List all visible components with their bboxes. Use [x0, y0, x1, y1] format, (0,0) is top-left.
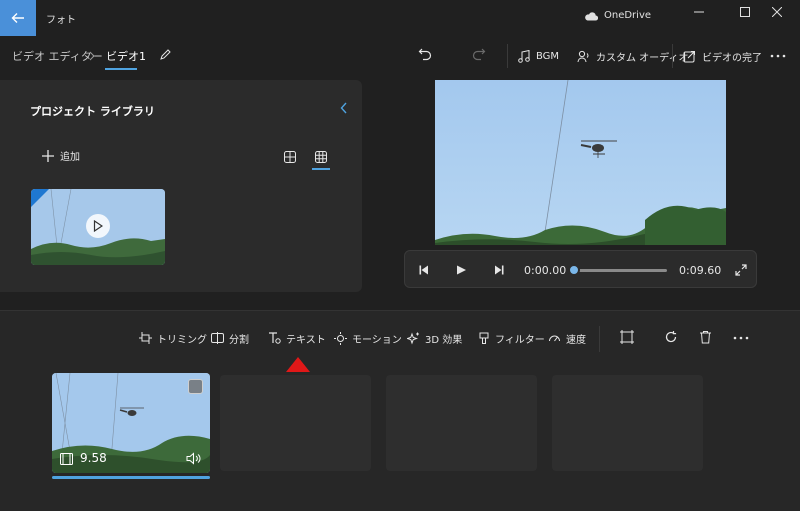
fullscreen-button[interactable]: [732, 261, 750, 279]
trim-icon: [139, 332, 152, 344]
clip-duration: 9.58: [80, 451, 107, 465]
onedrive-status[interactable]: OneDrive: [584, 10, 651, 21]
skip-back-icon: [419, 265, 428, 275]
seek-thumb[interactable]: [568, 264, 580, 276]
app-title: フォト: [46, 15, 76, 26]
speed-label: 速度: [566, 334, 586, 346]
text-button[interactable]: テキスト: [268, 330, 326, 346]
split-icon: [211, 332, 224, 344]
chevron-left-icon[interactable]: [340, 102, 348, 114]
music-note-icon: [518, 49, 530, 63]
small-grid-view-button[interactable]: [311, 148, 331, 166]
speedometer-icon: [549, 335, 560, 342]
total-time: 0:09.60: [679, 264, 722, 277]
minimize-button[interactable]: [676, 0, 722, 24]
empty-clip-slot: [220, 375, 371, 471]
project-library-panel: プロジェクト ライブラリ 追加: [0, 80, 362, 292]
text-icon: [269, 332, 281, 344]
playback-controls: 0:00.00 0:09.60: [404, 250, 757, 288]
sparkle-icon: [407, 332, 419, 344]
close-icon: [772, 7, 782, 17]
maximize-icon: [740, 7, 750, 17]
annotation-arrow: [286, 357, 310, 372]
3d-effects-button[interactable]: 3D 効果: [407, 330, 462, 346]
back-button[interactable]: [0, 0, 36, 36]
library-title: プロジェクト ライブラリ: [30, 105, 155, 118]
empty-clip-slot: [552, 375, 703, 471]
clip-selected-indicator: [52, 476, 210, 479]
filter-button[interactable]: フィルター: [478, 330, 545, 346]
current-time: 0:00.00: [524, 264, 567, 277]
chevron-right-icon: [89, 51, 95, 61]
bgm-label: BGM: [536, 50, 560, 62]
split-button[interactable]: 分割: [211, 330, 249, 346]
toolbar-divider: [599, 326, 600, 352]
play-icon: [93, 220, 103, 232]
speed-button[interactable]: 速度: [548, 330, 586, 346]
trim-button[interactable]: トリミング: [139, 330, 207, 346]
storyboard-clip[interactable]: 9.58: [52, 373, 210, 473]
empty-clip-slot: [386, 375, 537, 471]
add-media-button[interactable]: 追加: [42, 148, 80, 163]
video-clip-icon: [60, 453, 73, 465]
motion-button[interactable]: モーション: [334, 330, 402, 346]
trim-label: トリミング: [157, 334, 207, 346]
next-frame-button[interactable]: [490, 261, 508, 279]
seek-bar[interactable]: [573, 269, 667, 272]
pencil-icon[interactable]: [159, 48, 172, 61]
video-preview[interactable]: [435, 80, 726, 245]
grid-large-icon: [284, 151, 296, 163]
bgm-button[interactable]: BGM: [518, 46, 559, 66]
text-label: テキスト: [286, 334, 326, 346]
person-audio-icon: [577, 50, 589, 62]
custom-audio-label: カスタム オーディオ: [596, 52, 689, 64]
breadcrumb-active-indicator: [105, 68, 137, 70]
toolbar-divider: [672, 44, 673, 68]
rotate-icon[interactable]: [664, 330, 678, 344]
arrow-left-icon: [11, 13, 24, 23]
filter-label: フィルター: [495, 334, 545, 346]
split-label: 分割: [229, 334, 249, 346]
onedrive-label: OneDrive: [604, 10, 652, 21]
motion-icon: [334, 331, 347, 345]
3d-effects-label: 3D 効果: [425, 334, 463, 346]
export-icon: [683, 50, 695, 62]
more-options-icon[interactable]: [770, 54, 786, 58]
grid-small-icon: [315, 151, 327, 163]
filter-brush-icon: [479, 332, 489, 344]
previous-frame-button[interactable]: [415, 261, 433, 279]
finish-video-label: ビデオの完了: [702, 52, 762, 64]
add-media-label: 追加: [60, 152, 80, 163]
toolbar-divider: [507, 44, 508, 68]
large-grid-view-button[interactable]: [280, 148, 300, 166]
play-preview-button[interactable]: [86, 214, 110, 238]
preview-frame-image: [435, 80, 726, 245]
close-button[interactable]: [754, 0, 800, 24]
speaker-icon[interactable]: [186, 452, 202, 465]
skip-forward-icon: [495, 265, 504, 275]
motion-label: モーション: [352, 334, 402, 346]
editor-nav-bar: ビデオ エディター ビデオ1 BGM カスタム オーディオ ビデオの完了: [0, 36, 800, 76]
undo-icon[interactable]: [418, 47, 432, 61]
finish-video-button[interactable]: ビデオの完了: [683, 46, 762, 66]
plus-icon: [42, 149, 54, 162]
used-in-project-marker: [31, 189, 49, 207]
minimize-icon: [694, 11, 704, 13]
cloud-icon: [585, 11, 598, 21]
view-active-indicator: [312, 168, 330, 170]
clip-select-checkbox[interactable]: [188, 379, 203, 394]
more-options-icon[interactable]: [733, 336, 749, 340]
breadcrumb-current-project[interactable]: ビデオ1: [106, 48, 146, 64]
title-bar: フォト OneDrive: [0, 0, 800, 36]
delete-icon[interactable]: [699, 330, 712, 344]
expand-icon: [735, 264, 747, 276]
crop-resize-icon[interactable]: [620, 330, 634, 344]
play-button[interactable]: [452, 261, 470, 279]
play-icon: [457, 265, 466, 275]
storyboard-area: トリミング 分割 テキスト モーション 3D 効果 フィルター 速度 9.58: [0, 310, 800, 511]
redo-icon[interactable]: [472, 47, 486, 61]
library-media-thumbnail[interactable]: [31, 189, 165, 265]
